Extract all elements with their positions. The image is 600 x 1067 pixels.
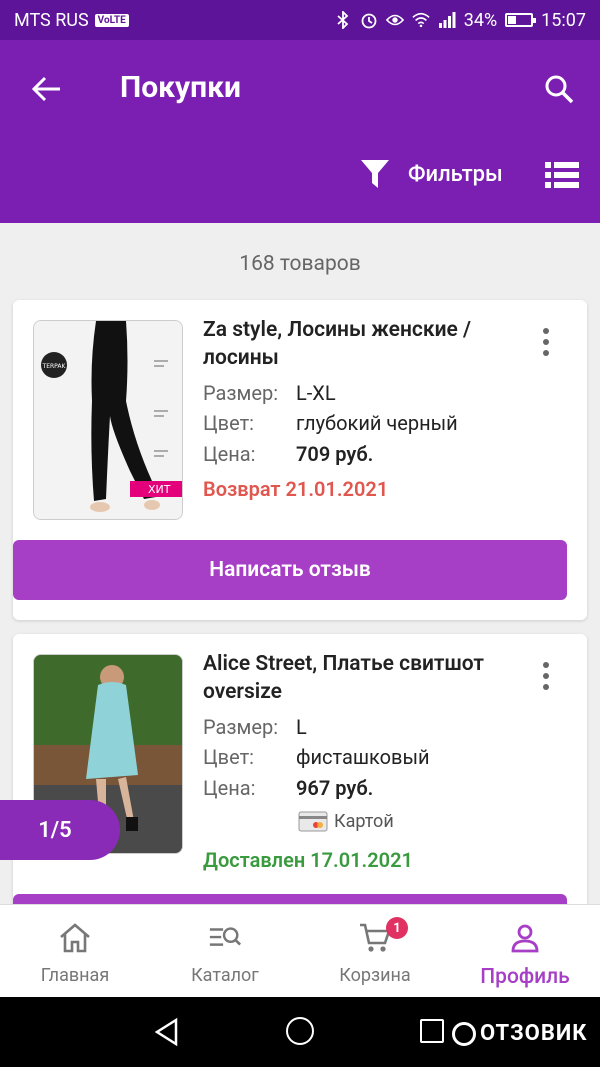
dot-icon [543,350,549,356]
eye-icon [385,11,404,29]
size-row: Размер: L-XL [203,381,336,405]
dot-icon [543,662,549,668]
order-status: Доставлен 17.01.2021 [203,848,413,872]
product-image[interactable]: TERPAK ХИТ [33,320,183,520]
dot-icon [543,673,549,679]
arrow-left-icon [32,76,60,102]
hit-badge: ХИТ [148,483,171,496]
color-value: глубокий черный [296,411,458,435]
carrier-name: MTS RUS [14,9,89,31]
nav-profile[interactable]: Профиль [450,905,600,997]
wifi-icon [412,11,430,29]
size-row: Размер: L [203,715,307,739]
product-name[interactable]: Alice Street, Платье свитшот oversize [203,650,523,706]
size-value: L-XL [296,381,336,405]
payment-method: Картой [298,809,394,833]
write-review-button[interactable]: Написать отзыв [13,540,567,600]
search-icon [545,75,574,104]
app-header: Покупки Фильтры [0,40,600,223]
size-label: Размер: [203,715,279,739]
page-indicator: 1/5 [0,800,120,860]
catalog-search-icon [208,921,242,955]
dot-icon [543,684,549,690]
color-row: Цвет: глубокий черный [203,411,458,435]
more-options-button[interactable] [535,326,557,358]
system-recents-button[interactable] [420,1019,444,1043]
status-bar: MTS RUS VoLTE 34% 15:07 [0,0,600,40]
nav-home[interactable]: Главная [0,905,150,997]
price-label: Цена: [203,442,256,466]
product-card[interactable]: Alice Street, Платье свитшот oversize Ра… [13,634,587,934]
price-label: Цена: [203,776,256,800]
battery-icon [505,13,537,27]
bottom-nav: Главная Каталог 1 Корзина Профиль [0,904,600,997]
watermark: ОТЗОВИК [452,1021,588,1046]
cart-badge: 1 [386,917,408,939]
system-home-button[interactable] [286,1017,314,1045]
triangle-back-icon [154,1017,178,1047]
color-label: Цвет: [203,745,255,769]
list-view-button[interactable] [545,161,579,191]
price-row: Цена: 967 руб. [203,776,373,800]
home-icon [58,921,92,955]
watermark-logo-icon [452,1021,476,1046]
system-back-button[interactable] [152,1017,182,1047]
nav-cart-label: Корзина [339,965,411,986]
order-status: Возврат 21.01.2021 [203,477,389,501]
color-value: фисташковый [296,745,430,769]
color-label: Цвет: [203,411,255,435]
profile-icon [508,921,542,955]
back-button[interactable] [26,68,68,110]
nav-catalog-label: Каталог [191,965,259,986]
more-options-button[interactable] [535,660,557,692]
credit-card-icon [298,811,328,832]
battery-percent: 34% [463,9,498,31]
nav-catalog[interactable]: Каталог [150,905,300,997]
filters-button[interactable]: Фильтры [360,158,503,190]
brand-logo: TERPAK [42,363,67,370]
size-value: L [296,715,307,739]
product-name[interactable]: Za style, Лосины женские / лосины [203,316,523,372]
volte-badge: VoLTE [94,13,129,27]
filters-label: Фильтры [408,161,503,187]
system-navigation-bar: ОТЗОВИК [0,997,600,1067]
alarm-icon [360,11,378,29]
search-button[interactable] [538,68,580,110]
nav-home-label: Главная [40,965,110,986]
clock: 15:07 [541,9,586,31]
color-row: Цвет: фисташковый [203,745,430,769]
filter-icon [361,160,389,188]
product-card[interactable]: TERPAK ХИТ Za style, Лосины женские / ло… [13,300,587,620]
payment-label: Картой [334,810,394,832]
nav-profile-label: Профиль [480,965,570,989]
dot-icon [543,328,549,334]
items-count: 168 товаров [239,252,361,276]
list-view-icon [545,162,579,188]
size-label: Размер: [203,381,279,405]
price-value: 967 руб. [296,776,374,800]
watermark-text: ОТЗОВИК [480,1021,588,1046]
signal-icon [438,11,456,29]
nav-cart[interactable]: 1 Корзина [300,905,450,997]
bluetooth-icon [334,11,352,29]
price-row: Цена: 709 руб. [203,442,373,466]
price-value: 709 руб. [296,442,374,466]
dot-icon [543,339,549,345]
page-title: Покупки [120,70,241,105]
